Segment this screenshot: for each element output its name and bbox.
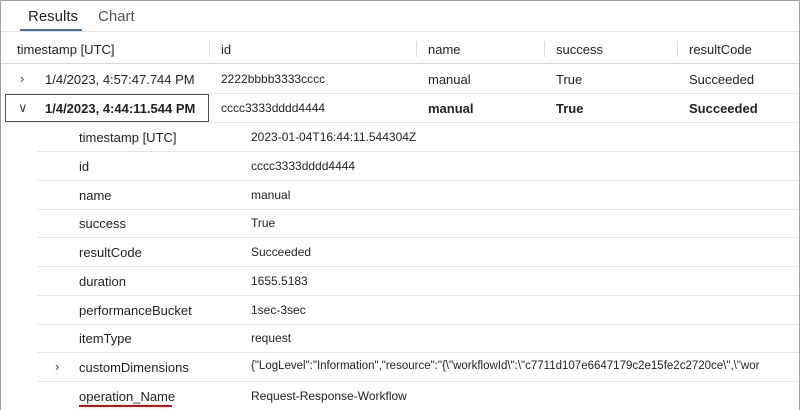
- cell-resultcode: Succeeded: [689, 101, 758, 116]
- detail-value: request: [251, 331, 292, 345]
- detail-value: {"LogLevel":"Information","resource":"{\…: [251, 360, 760, 372]
- detail-key: operation_Name: [79, 389, 176, 404]
- table-row[interactable]: › 1/4/2023, 4:57:47.744 PM 2222bbbb3333c…: [1, 65, 799, 94]
- chevron-right-icon[interactable]: ›: [55, 359, 59, 374]
- table-row-expanded[interactable]: ∨ 1/4/2023, 4:44:11.544 PM cccc3333dddd4…: [1, 94, 799, 123]
- column-divider[interactable]: [209, 41, 210, 57]
- highlight-underline: [79, 405, 172, 407]
- detail-value: Succeeded: [251, 245, 312, 259]
- table-header: timestamp [UTC] id name success resultCo…: [1, 33, 799, 64]
- detail-row: resultCode Succeeded: [37, 238, 799, 267]
- column-divider[interactable]: [544, 41, 545, 57]
- tab-results[interactable]: Results: [28, 8, 78, 25]
- detail-key: timestamp [UTC]: [79, 130, 177, 145]
- results-panel: Results Chart timestamp [UTC] id name su…: [0, 0, 800, 410]
- detail-value: manual: [251, 188, 291, 202]
- detail-key: performanceBucket: [79, 303, 192, 318]
- tab-bar: Results Chart: [1, 1, 799, 32]
- detail-row: timestamp [UTC] 2023-01-04T16:44:11.54430…: [37, 123, 799, 152]
- detail-row: performanceBucket 1sec-3sec: [37, 296, 799, 325]
- column-header-name[interactable]: name: [428, 42, 461, 57]
- detail-value: True: [251, 216, 276, 230]
- detail-row: success True: [37, 209, 799, 238]
- chevron-right-icon[interactable]: ›: [20, 71, 24, 86]
- column-header-id[interactable]: id: [221, 42, 231, 57]
- detail-value: 2023-01-04T16:44:11.544304Z: [251, 130, 417, 144]
- detail-row: name manual: [37, 181, 799, 210]
- detail-row: itemType request: [37, 324, 799, 353]
- detail-row-custom-dimensions[interactable]: › customDimensions {"LogLevel":"Informati…: [37, 353, 799, 382]
- detail-key: customDimensions: [79, 360, 189, 375]
- cell-success: True: [556, 101, 584, 116]
- detail-key: duration: [79, 274, 126, 289]
- detail-value: Request-Response-Workflow: [251, 389, 407, 403]
- cell-id: cccc3333dddd4444: [221, 101, 326, 115]
- detail-key: name: [79, 188, 112, 203]
- detail-key: success: [79, 216, 126, 231]
- cell-name: manual: [428, 72, 471, 87]
- detail-value: cccc3333dddd4444: [251, 159, 356, 173]
- detail-key: resultCode: [79, 245, 142, 260]
- cell-resultcode: Succeeded: [689, 72, 755, 87]
- chevron-down-icon[interactable]: ∨: [18, 100, 28, 116]
- detail-value: 1655.5183: [251, 274, 308, 288]
- detail-value: 1sec-3sec: [251, 303, 306, 317]
- cell-timestamp: 1/4/2023, 4:57:47.744 PM: [45, 72, 195, 87]
- detail-row-operation-name: operation_Name Request-Response-Workflow: [37, 382, 799, 410]
- column-header-timestamp[interactable]: timestamp [UTC]: [17, 42, 115, 57]
- cell-success: True: [556, 72, 583, 87]
- tab-chart[interactable]: Chart: [98, 8, 135, 25]
- column-divider[interactable]: [416, 41, 417, 57]
- cell-name: manual: [428, 101, 474, 116]
- column-header-success[interactable]: success: [556, 42, 603, 57]
- cell-timestamp: 1/4/2023, 4:44:11.544 PM: [45, 101, 196, 116]
- cell-id: 2222bbbb3333cccc: [221, 72, 326, 86]
- detail-key: itemType: [79, 331, 132, 346]
- column-divider[interactable]: [677, 41, 678, 57]
- detail-row: duration 1655.5183: [37, 267, 799, 296]
- column-header-resultcode[interactable]: resultCode: [689, 42, 752, 57]
- active-tab-indicator: [20, 29, 82, 31]
- detail-key: id: [79, 159, 90, 174]
- detail-row: id cccc3333dddd4444: [37, 152, 799, 181]
